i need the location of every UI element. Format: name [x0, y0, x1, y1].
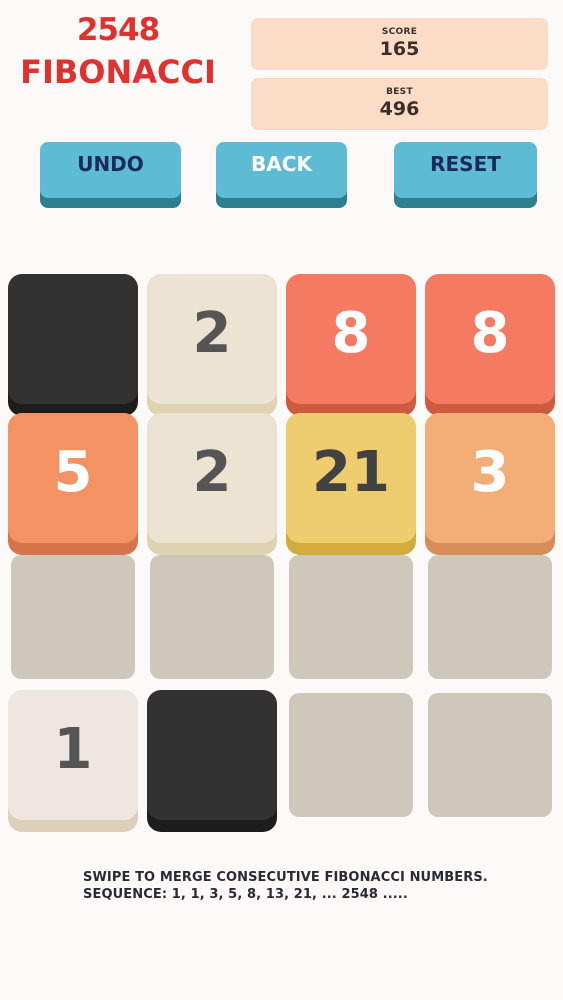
best-label: BEST — [386, 87, 413, 97]
instructions-line-2: SEQUENCE: 1, 1, 3, 5, 8, 13, 21, ... 254… — [83, 887, 408, 902]
tile: 2 — [147, 413, 277, 543]
reset-button-label: RESET — [430, 152, 501, 176]
score-box: SCORE 165 — [251, 18, 548, 70]
reset-button[interactable]: RESET — [394, 142, 537, 198]
tile: 5 — [8, 413, 138, 543]
empty-cell — [289, 555, 413, 679]
tile-black — [147, 690, 277, 820]
best-value: 496 — [379, 98, 420, 120]
tile-value: 8 — [470, 300, 510, 366]
tile: 8 — [286, 274, 416, 404]
best-box: BEST 496 — [251, 78, 548, 130]
game-title-word: FIBONACCI — [20, 53, 216, 91]
tile: 3 — [425, 413, 555, 543]
tile-value: 1 — [53, 716, 93, 782]
instructions-line-1: SWIPE TO MERGE CONSECUTIVE FIBONACCI NUM… — [83, 870, 488, 885]
tile: 8 — [425, 274, 555, 404]
tile-value: 2 — [192, 439, 232, 505]
empty-cell — [289, 693, 413, 817]
empty-cell — [428, 555, 552, 679]
back-button[interactable]: BACK — [216, 142, 347, 198]
tile-black — [8, 274, 138, 404]
game-screen: 2548 FIBONACCI SCORE 165 BEST 496 UNDO B… — [0, 0, 563, 1000]
undo-button[interactable]: UNDO — [40, 142, 181, 198]
tile-value: 2 — [192, 300, 232, 366]
tile-value: 8 — [331, 300, 371, 366]
tile: 2 — [147, 274, 277, 404]
empty-cell — [428, 693, 552, 817]
tile-value: 5 — [53, 439, 93, 505]
game-title-number: 2548 — [76, 12, 160, 48]
tile-value: 3 — [470, 439, 510, 505]
score-label: SCORE — [381, 27, 418, 37]
score-value: 165 — [379, 38, 420, 60]
back-button-label: BACK — [251, 152, 312, 176]
tile: 1 — [8, 690, 138, 820]
empty-cell — [11, 555, 135, 679]
tile: 21 — [286, 413, 416, 543]
empty-cell — [150, 555, 274, 679]
game-board[interactable]: 2 8 8 5 2 21 3 1 — [0, 272, 563, 824]
instructions-text: SWIPE TO MERGE CONSECUTIVE FIBONACCI NUM… — [83, 869, 543, 903]
undo-button-label: UNDO — [77, 152, 144, 176]
tile-value: 21 — [312, 439, 390, 505]
